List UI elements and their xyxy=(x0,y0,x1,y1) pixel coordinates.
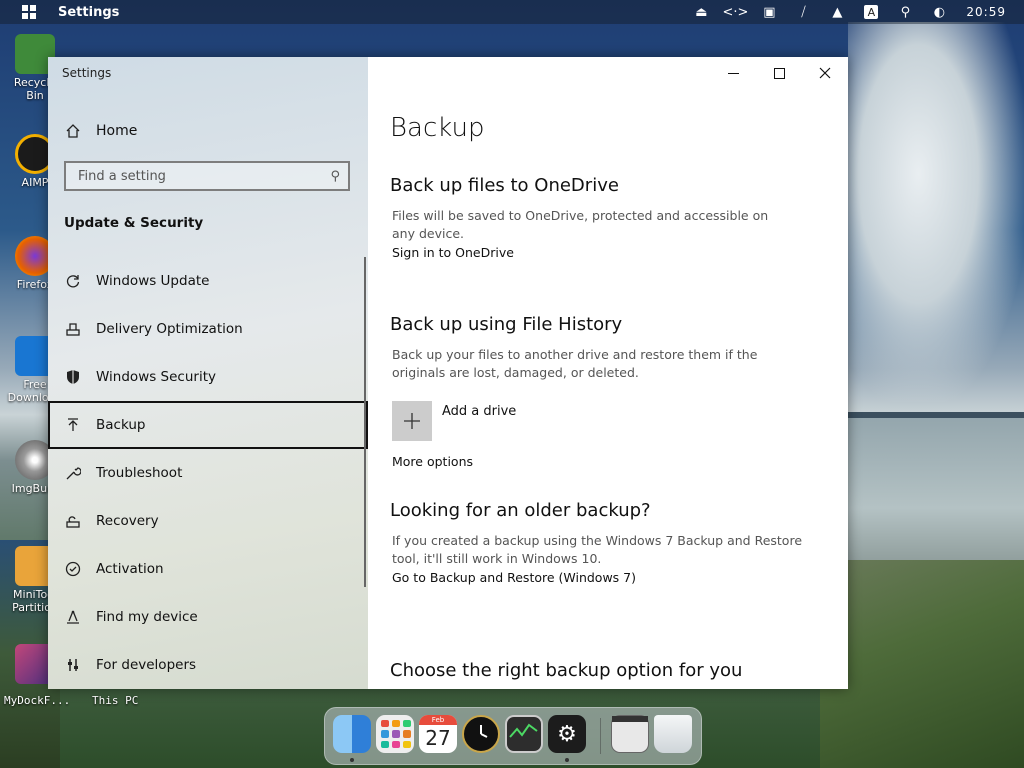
settings-window: Home ⚲ Update & Security Windows Update … xyxy=(48,57,848,689)
onedrive-description: Files will be saved to OneDrive, protect… xyxy=(392,208,769,241)
window-titlebar[interactable]: Settings xyxy=(48,57,848,89)
sidebar-item-backup[interactable]: Backup xyxy=(48,401,368,449)
wallpaper-clouds xyxy=(848,22,1024,402)
windows-logo-icon[interactable] xyxy=(22,5,36,19)
wrench-icon xyxy=(64,464,82,482)
sidebar-item-recovery[interactable]: Recovery xyxy=(48,497,368,545)
sidebar-item-label: Recovery xyxy=(96,513,159,529)
wallpaper-sea xyxy=(848,418,1024,568)
delivery-icon xyxy=(64,320,82,338)
backup-restore-win7-link[interactable]: Go to Backup and Restore (Windows 7) xyxy=(392,570,636,585)
calendar-day: 27 xyxy=(425,726,451,750)
settings-gear-icon[interactable]: ⚙ xyxy=(548,715,586,753)
home-icon xyxy=(64,122,82,140)
search-box[interactable]: ⚲ xyxy=(64,161,350,191)
add-drive-label[interactable]: Add a drive xyxy=(442,404,516,419)
shield-icon xyxy=(64,368,82,386)
toggle-icon[interactable]: ◐ xyxy=(922,2,956,22)
sidebar-item-find-my-device[interactable]: Find my device xyxy=(48,593,368,641)
sidebar-item-activation[interactable]: Activation xyxy=(48,545,368,593)
sidebar-item-label: Activation xyxy=(96,561,164,577)
maximize-icon xyxy=(773,67,785,79)
onedrive-heading: Back up files to OneDrive xyxy=(390,175,619,196)
sidebar-item-label: Windows Security xyxy=(96,369,216,385)
check-circle-icon xyxy=(64,560,82,578)
clock[interactable]: 20:59 xyxy=(966,5,1006,19)
search-icon[interactable]: ⚲ xyxy=(888,2,922,22)
more-options-link[interactable]: More options xyxy=(392,454,473,469)
this-pc-label[interactable]: This PC xyxy=(92,694,138,707)
finder-icon[interactable] xyxy=(333,715,371,753)
sidebar-item-label: Troubleshoot xyxy=(96,465,183,481)
older-backup-heading: Looking for an older backup? xyxy=(390,500,651,521)
search-icon[interactable]: ⚲ xyxy=(330,169,340,184)
sidebar-item-windows-security[interactable]: Windows Security xyxy=(48,353,368,401)
sidebar-item-troubleshoot[interactable]: Troubleshoot xyxy=(48,449,368,497)
backup-arrow-icon xyxy=(64,416,82,434)
older-backup-description: If you created a backup using the Window… xyxy=(392,533,803,566)
close-icon xyxy=(819,67,831,79)
calendar-month: Feb xyxy=(419,715,457,725)
page-title: Backup xyxy=(390,113,485,143)
nav-list: Windows Update Delivery Optimization Win… xyxy=(48,257,368,689)
nav-home[interactable]: Home xyxy=(64,119,354,143)
recovery-icon xyxy=(64,512,82,530)
display-icon[interactable]: ▣ xyxy=(752,2,786,22)
top-menu-bar: Settings ⏏ <·> ▣ ⧸ ▲ A ⚲ ◐ 20:59 xyxy=(0,0,1024,24)
network-off-icon[interactable]: ⧸ xyxy=(786,2,820,22)
sign-in-onedrive-link[interactable]: Sign in to OneDrive xyxy=(392,245,514,260)
launchpad-icon[interactable] xyxy=(376,715,414,753)
clock-icon[interactable] xyxy=(462,715,500,753)
find-device-icon xyxy=(64,608,82,626)
dock: Feb 27 ⚙ xyxy=(324,707,702,765)
eject-icon[interactable]: ⏏ xyxy=(684,2,718,22)
activity-monitor-icon[interactable] xyxy=(505,715,543,753)
code-icon[interactable]: <·> xyxy=(718,2,752,22)
running-indicator xyxy=(350,758,354,762)
sidebar-item-label: Find my device xyxy=(96,609,198,625)
mydock-label: MyDockF... xyxy=(4,694,71,707)
file-history-description: Back up your files to another drive and … xyxy=(392,347,758,380)
minimize-icon xyxy=(727,72,739,74)
sidebar-scrollbar[interactable] xyxy=(364,257,366,587)
refresh-icon xyxy=(64,272,82,290)
minimize-button[interactable] xyxy=(710,57,756,89)
running-indicator xyxy=(565,758,569,762)
sidebar-item-delivery-optimization[interactable]: Delivery Optimization xyxy=(48,305,368,353)
system-tray: ⏏ <·> ▣ ⧸ ▲ A ⚲ ◐ 20:59 xyxy=(684,2,1006,22)
sidebar-item-label: Delivery Optimization xyxy=(96,321,243,337)
section-title: Update & Security xyxy=(64,215,204,231)
maximize-button[interactable] xyxy=(756,57,802,89)
developer-icon xyxy=(64,656,82,674)
trash-icon[interactable] xyxy=(654,715,692,753)
window-preview-icon[interactable] xyxy=(611,715,649,753)
file-history-heading: Back up using File History xyxy=(390,314,623,335)
eject-up-icon[interactable]: ▲ xyxy=(820,2,854,22)
active-app-title: Settings xyxy=(58,4,120,20)
sidebar-item-label: Windows Update xyxy=(96,273,210,289)
backup-content: Backup Back up files to OneDrive Files w… xyxy=(368,89,848,689)
calendar-icon[interactable]: Feb 27 xyxy=(419,715,457,753)
search-input[interactable] xyxy=(76,167,320,185)
sidebar-item-windows-update[interactable]: Windows Update xyxy=(48,257,368,305)
sidebar-item-label: Backup xyxy=(96,417,146,433)
add-drive-button[interactable] xyxy=(392,401,432,441)
close-button[interactable] xyxy=(802,57,848,89)
dock-separator xyxy=(600,718,601,754)
sidebar-item-for-developers[interactable]: For developers xyxy=(48,641,368,689)
keyboard-a-icon[interactable]: A xyxy=(854,2,888,22)
plus-icon xyxy=(404,413,420,429)
window-title: Settings xyxy=(62,66,112,80)
nav-home-label: Home xyxy=(96,123,138,139)
settings-sidebar: Home ⚲ Update & Security Windows Update … xyxy=(48,57,368,689)
sidebar-item-label: For developers xyxy=(96,657,197,673)
choose-backup-heading: Choose the right backup option for you xyxy=(390,660,743,681)
wallpaper-cliff xyxy=(820,560,1024,768)
